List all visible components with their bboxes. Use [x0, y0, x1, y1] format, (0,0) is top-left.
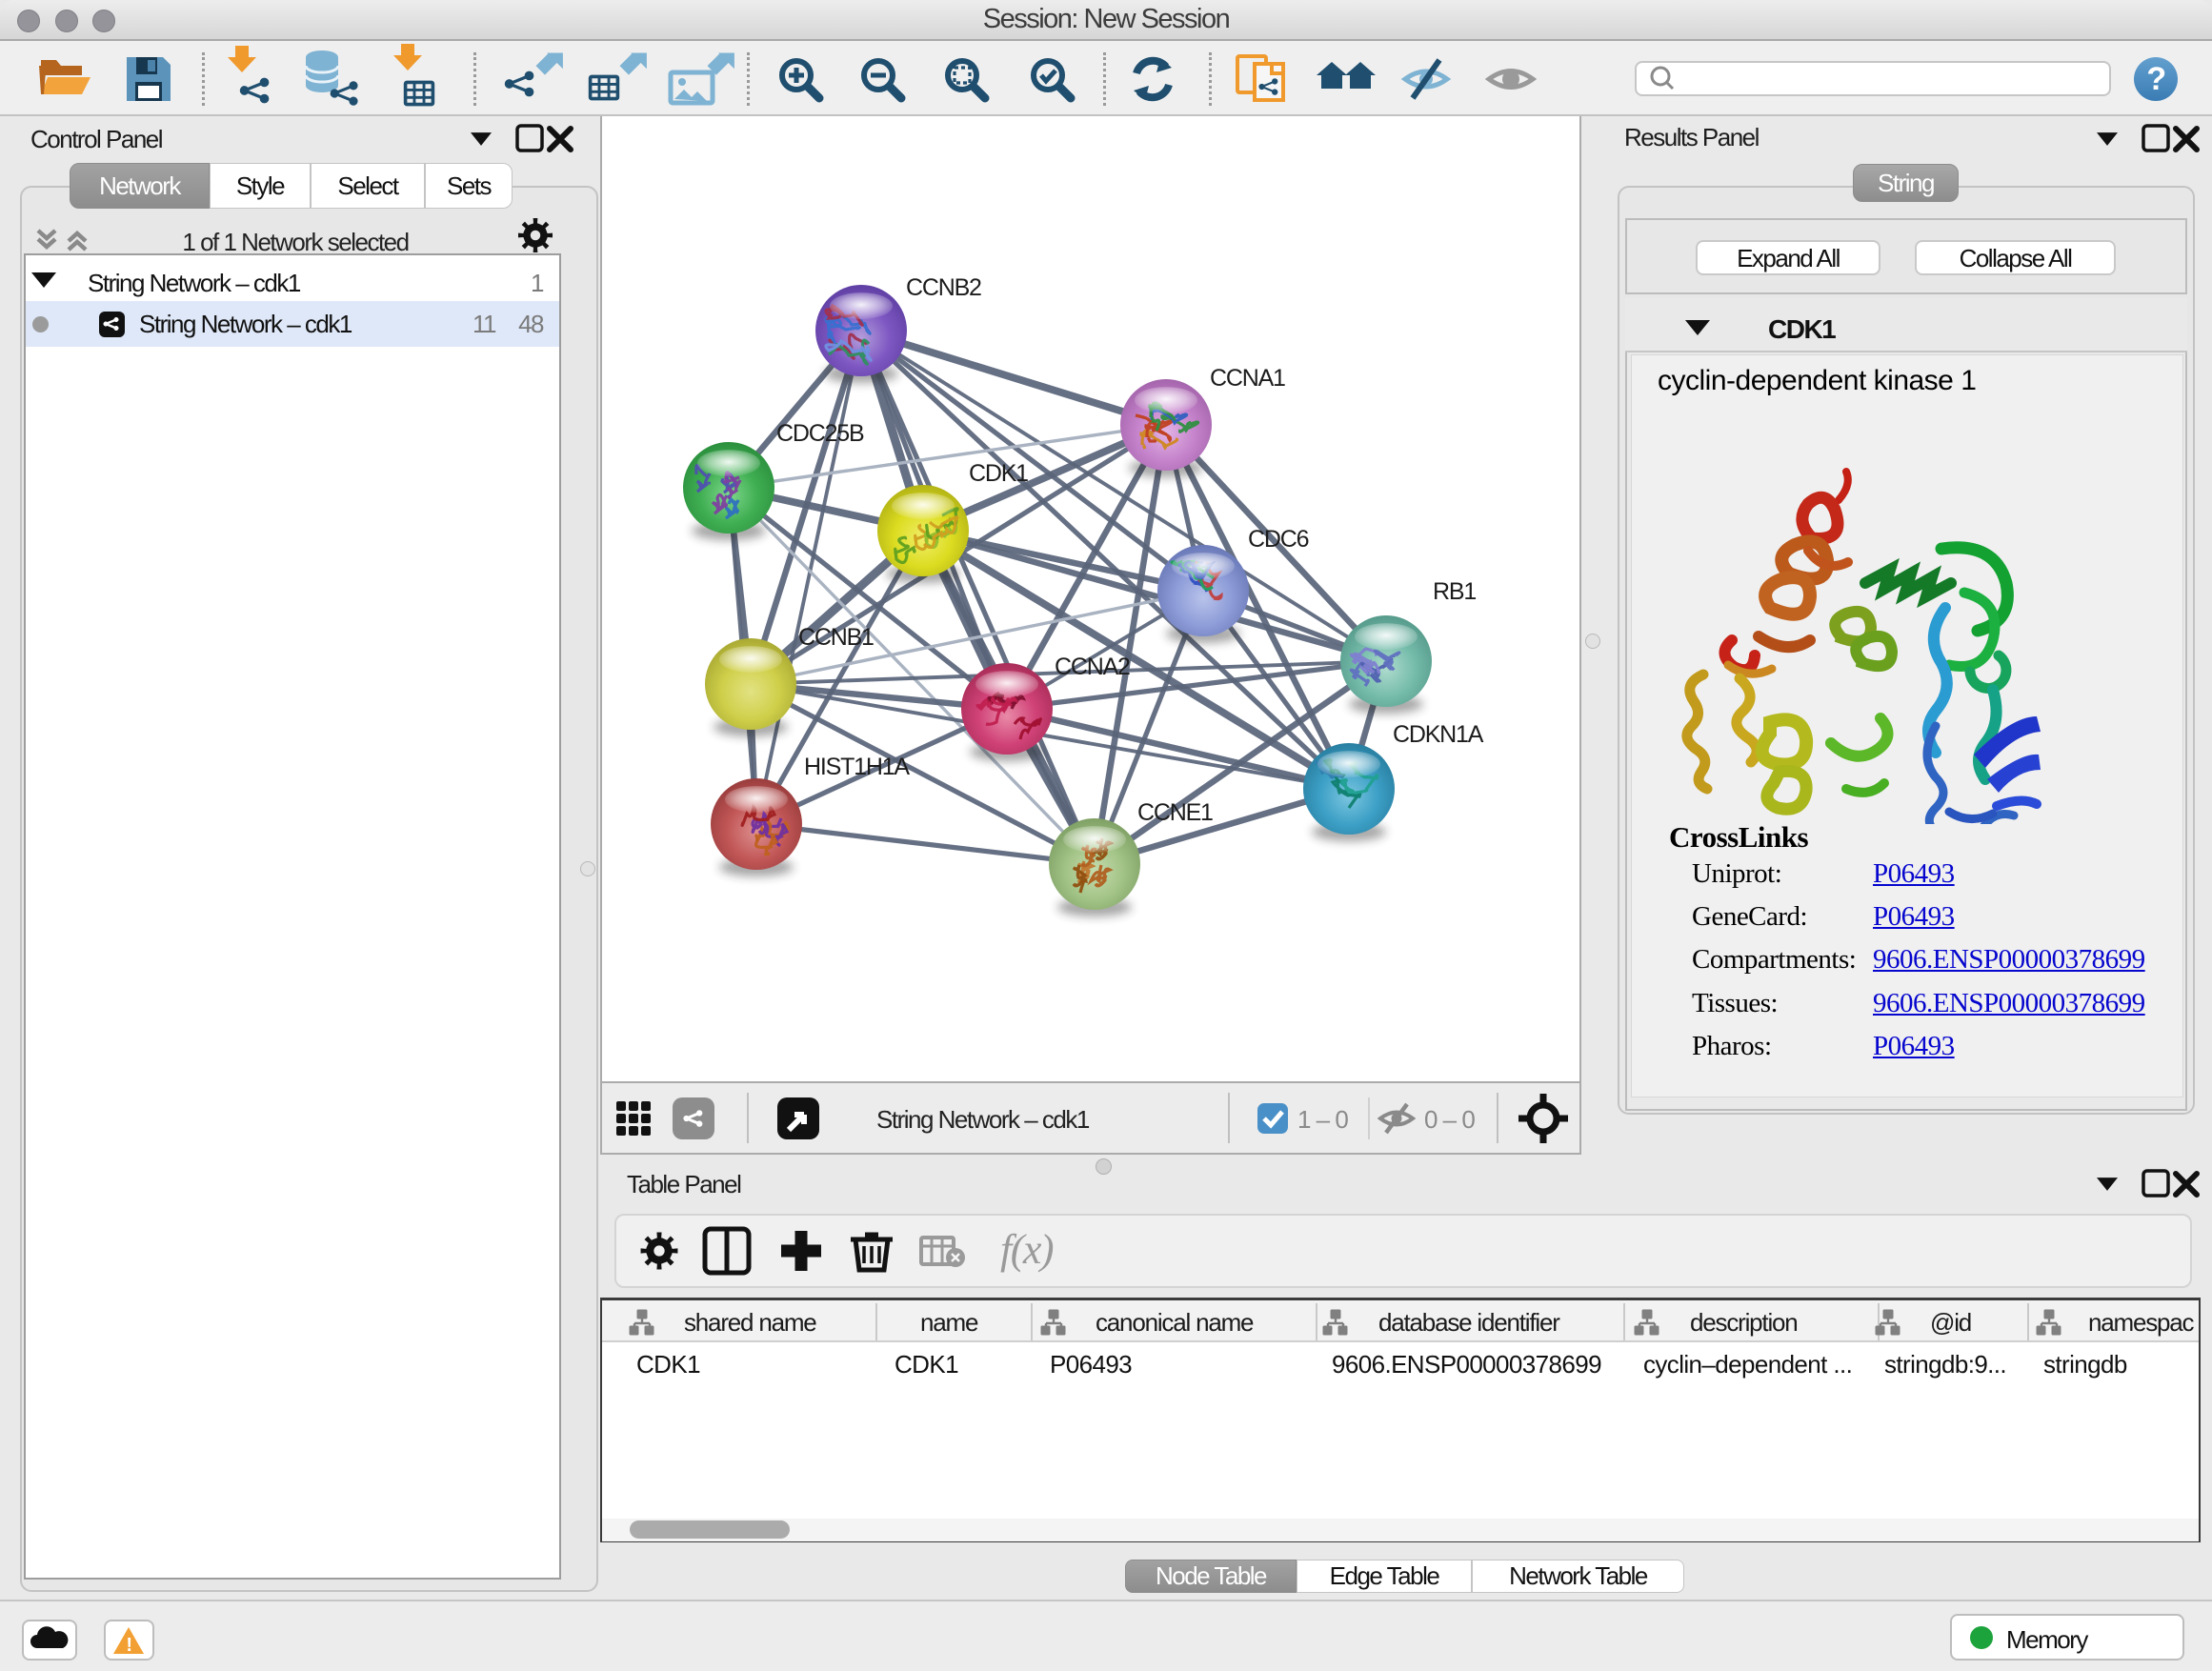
svg-text:CCNB1: CCNB1 [798, 624, 874, 651]
svg-text:stringdb: stringdb [2043, 1350, 2127, 1379]
svg-text:CDK1: CDK1 [969, 460, 1028, 487]
svg-text:0 – 0: 0 – 0 [1424, 1105, 1475, 1134]
svg-text:shared name: shared name [684, 1308, 816, 1337]
svg-text:name: name [920, 1308, 978, 1337]
svg-text:namespac: namespac [2088, 1308, 2195, 1337]
svg-text:stringdb:9...: stringdb:9... [1884, 1350, 2006, 1379]
svg-text:P06493: P06493 [1050, 1350, 1132, 1379]
svg-text:RB1: RB1 [1433, 578, 1476, 605]
svg-text:CDKN1A: CDKN1A [1393, 721, 1484, 748]
svg-text:CDK1: CDK1 [895, 1350, 958, 1379]
svg-text:canonical name: canonical name [1096, 1308, 1254, 1337]
svg-text:cyclin–dependent ...: cyclin–dependent ... [1643, 1350, 1852, 1379]
svg-text:HIST1H1A: HIST1H1A [804, 754, 910, 780]
svg-text:!: ! [126, 1635, 131, 1656]
svg-text:String Network – cdk1: String Network – cdk1 [876, 1105, 1090, 1134]
svg-text:CDC6: CDC6 [1248, 526, 1309, 553]
svg-text:CCNE1: CCNE1 [1137, 799, 1213, 826]
svg-text:CCNB2: CCNB2 [906, 274, 981, 301]
svg-text:1 – 0: 1 – 0 [1297, 1105, 1348, 1134]
svg-text:description: description [1690, 1308, 1798, 1337]
svg-text:CCNA2: CCNA2 [1055, 654, 1130, 680]
svg-text:@id: @id [1930, 1308, 1971, 1337]
svg-text:database identifier: database identifier [1378, 1308, 1560, 1337]
svg-text:9606.ENSP00000378699: 9606.ENSP00000378699 [1332, 1350, 1601, 1379]
svg-text:CDK1: CDK1 [636, 1350, 700, 1379]
svg-text:CCNA1: CCNA1 [1210, 365, 1285, 392]
svg-text:CDC25B: CDC25B [776, 420, 864, 447]
svg-text:f(x): f(x) [1000, 1226, 1054, 1273]
